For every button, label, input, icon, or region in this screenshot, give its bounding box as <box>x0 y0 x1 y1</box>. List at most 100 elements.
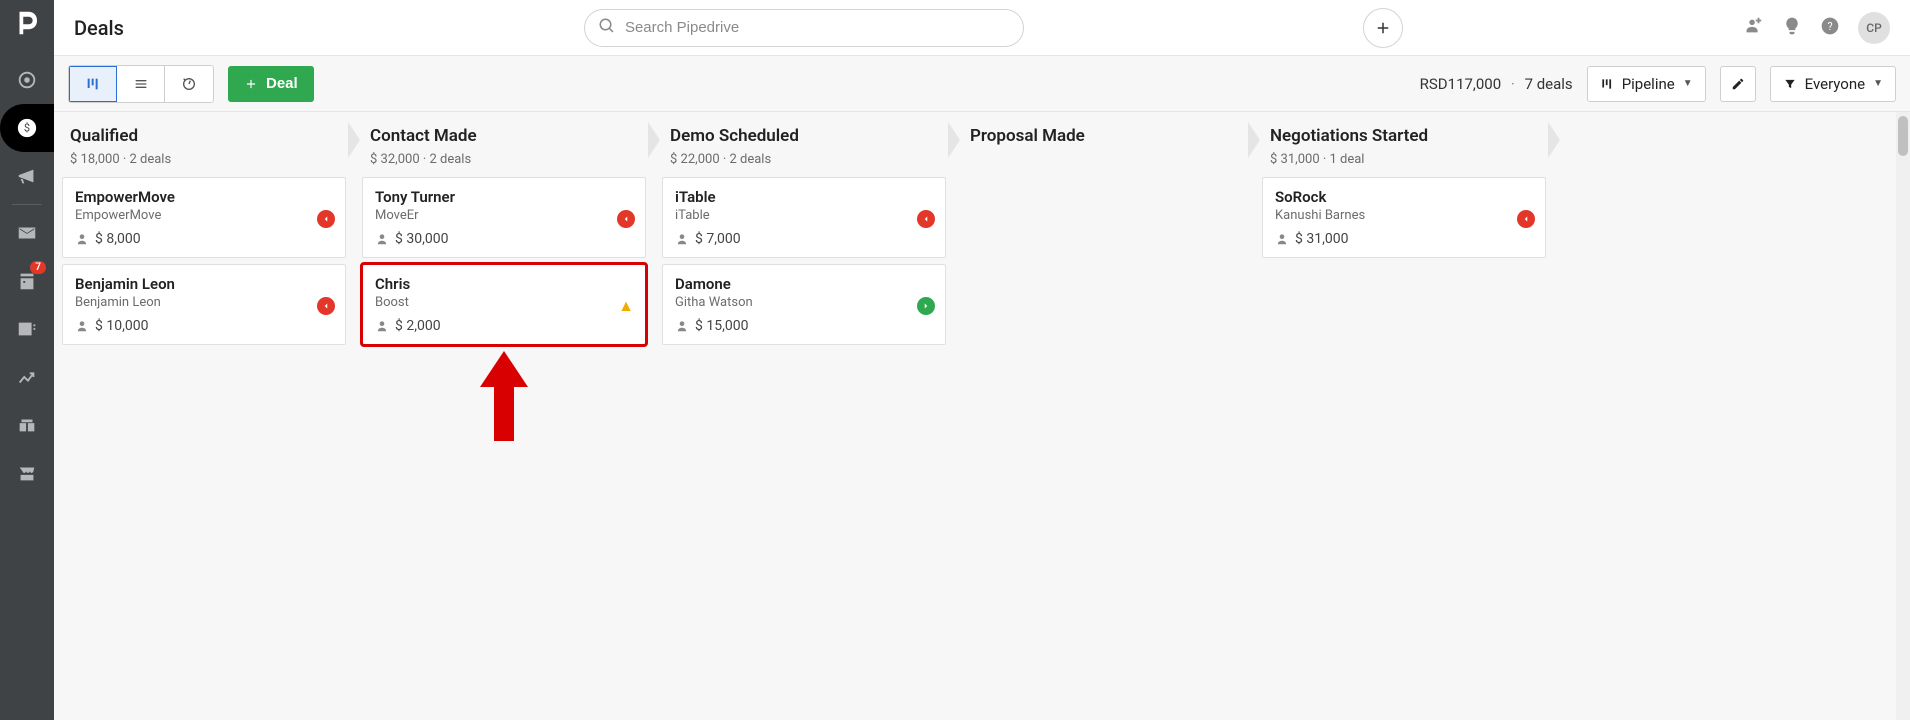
stage-header: Contact Made $ 32,000 · 2 deals <box>358 112 650 177</box>
deal-card[interactable]: Tony Turner MoveEr $ 30,000 <box>362 177 646 258</box>
filter-selector[interactable]: Everyone ▼ <box>1770 66 1896 102</box>
stage-header: Negotiations Started $ 31,000 · 1 deal <box>1258 112 1550 177</box>
deal-card[interactable]: EmpowerMove EmpowerMove $ 8,000 <box>62 177 346 258</box>
stage-meta: $ 18,000 · 2 deals <box>70 152 338 167</box>
nav-products[interactable] <box>0 401 54 449</box>
nav-campaigns[interactable] <box>0 152 54 200</box>
deal-org: MoveEr <box>375 208 633 223</box>
deal-title: Chris <box>375 275 633 293</box>
deal-card[interactable]: Damone Githa Watson $ 15,000 <box>662 264 946 345</box>
deal-amount: $ 30,000 <box>375 231 633 247</box>
tips-icon[interactable] <box>1782 16 1802 40</box>
deal-org: Kanushi Barnes <box>1275 208 1533 223</box>
nav-marketplace[interactable] <box>0 449 54 497</box>
svg-text:$: $ <box>24 122 30 135</box>
stage-header: Qualified $ 18,000 · 2 deals <box>58 112 350 177</box>
nav-deals[interactable]: $ <box>0 104 54 152</box>
stage-meta: $ 31,000 · 1 deal <box>1270 152 1538 167</box>
status-overdue-icon <box>917 210 935 228</box>
nav-contacts[interactable] <box>0 305 54 353</box>
view-forecast-button[interactable] <box>165 66 213 102</box>
deal-title: SoRock <box>1275 188 1533 206</box>
pipeline-stage: Demo Scheduled $ 22,000 · 2 deals iTable… <box>654 112 954 720</box>
deal-title: Benjamin Leon <box>75 275 333 293</box>
deal-org: iTable <box>675 208 933 223</box>
deal-card[interactable]: Benjamin Leon Benjamin Leon $ 10,000 <box>62 264 346 345</box>
deal-amount: $ 10,000 <box>75 318 333 334</box>
stage-header: Demo Scheduled $ 22,000 · 2 deals <box>658 112 950 177</box>
scrollbar-track[interactable] <box>1896 112 1910 720</box>
summary-count: 7 deals <box>1525 75 1573 93</box>
stage-name: Negotiations Started <box>1270 126 1538 146</box>
deal-amount: $ 8,000 <box>75 231 333 247</box>
toolbar: Deal RSD117,000 · 7 deals Pipeline ▼ Eve… <box>54 56 1910 112</box>
deal-title: iTable <box>675 188 933 206</box>
deal-card[interactable]: iTable iTable $ 7,000 <box>662 177 946 258</box>
scrollbar-thumb[interactable] <box>1898 116 1908 156</box>
view-pipeline-button[interactable] <box>69 66 117 102</box>
filter-selector-label: Everyone <box>1805 75 1865 93</box>
deal-amount: $ 15,000 <box>675 318 933 334</box>
activities-badge: 7 <box>30 261 46 274</box>
summary-value: RSD117,000 <box>1420 75 1502 93</box>
pipeline-selector-label: Pipeline <box>1622 75 1675 93</box>
status-ok-icon <box>917 297 935 315</box>
top-header: Deals ? CP <box>54 0 1910 56</box>
deal-amount: $ 7,000 <box>675 231 933 247</box>
pipeline-board: Qualified $ 18,000 · 2 deals EmpowerMove… <box>54 112 1910 720</box>
global-add-button[interactable] <box>1363 8 1403 48</box>
pipeline-summary: RSD117,000 · 7 deals <box>1420 75 1573 93</box>
nav-insights[interactable] <box>0 353 54 401</box>
pipeline-stage: Qualified $ 18,000 · 2 deals EmpowerMove… <box>54 112 354 720</box>
stage-cards: Tony Turner MoveEr $ 30,000 Chris Boost … <box>358 177 650 345</box>
deal-org: EmpowerMove <box>75 208 333 223</box>
deal-title: Tony Turner <box>375 188 633 206</box>
pipeline-stage: Proposal Made <box>954 112 1254 720</box>
search-icon <box>598 17 616 39</box>
deal-title: Damone <box>675 275 933 293</box>
stage-name: Contact Made <box>370 126 638 146</box>
status-overdue-icon <box>617 210 635 228</box>
stage-meta: $ 32,000 · 2 deals <box>370 152 638 167</box>
help-icon[interactable]: ? <box>1820 16 1840 40</box>
stage-header: Proposal Made <box>958 112 1250 162</box>
stage-meta: $ 22,000 · 2 deals <box>670 152 938 167</box>
chevron-down-icon: ▼ <box>1683 78 1693 89</box>
pipeline-stage: Negotiations Started $ 31,000 · 1 deal S… <box>1254 112 1554 720</box>
nav-divider <box>12 204 42 205</box>
stage-name: Demo Scheduled <box>670 126 938 146</box>
stage-cards: SoRock Kanushi Barnes $ 31,000 <box>1258 177 1550 258</box>
add-deal-label: Deal <box>266 75 298 92</box>
stage-cards: iTable iTable $ 7,000 Damone Githa Watso… <box>658 177 950 345</box>
chevron-down-icon: ▼ <box>1873 78 1883 89</box>
add-deal-button[interactable]: Deal <box>228 66 314 102</box>
search-input[interactable] <box>584 9 1024 47</box>
nav-activities[interactable]: 7 <box>0 257 54 305</box>
deal-amount: $ 31,000 <box>1275 231 1533 247</box>
view-list-button[interactable] <box>117 66 165 102</box>
edit-pipeline-button[interactable] <box>1720 66 1756 102</box>
deal-amount: $ 2,000 <box>375 318 633 334</box>
page-title: Deals <box>74 16 124 40</box>
pipeline-selector[interactable]: Pipeline ▼ <box>1587 66 1706 102</box>
status-overdue-icon <box>317 297 335 315</box>
deal-card[interactable]: Chris Boost $ 2,000 ▲ <box>362 264 646 345</box>
nav-leads[interactable] <box>0 56 54 104</box>
status-overdue-icon <box>317 210 335 228</box>
deal-org: Benjamin Leon <box>75 295 333 310</box>
status-warning-icon: ▲ <box>617 297 635 315</box>
stage-cards: EmpowerMove EmpowerMove $ 8,000 Benjamin… <box>58 177 350 345</box>
deal-card[interactable]: SoRock Kanushi Barnes $ 31,000 <box>1262 177 1546 258</box>
invite-users-icon[interactable] <box>1742 15 1764 41</box>
status-overdue-icon <box>1517 210 1535 228</box>
deal-org: Githa Watson <box>675 295 933 310</box>
stage-name: Proposal Made <box>970 126 1238 146</box>
app-logo[interactable] <box>12 8 42 38</box>
svg-text:?: ? <box>1827 20 1832 33</box>
view-toggle-group <box>68 65 214 103</box>
stage-name: Qualified <box>70 126 338 146</box>
nav-mail[interactable] <box>0 209 54 257</box>
pipeline-stage: Contact Made $ 32,000 · 2 deals Tony Tur… <box>354 112 654 720</box>
left-sidebar: $ 7 <box>0 0 54 720</box>
user-avatar[interactable]: CP <box>1858 12 1890 44</box>
